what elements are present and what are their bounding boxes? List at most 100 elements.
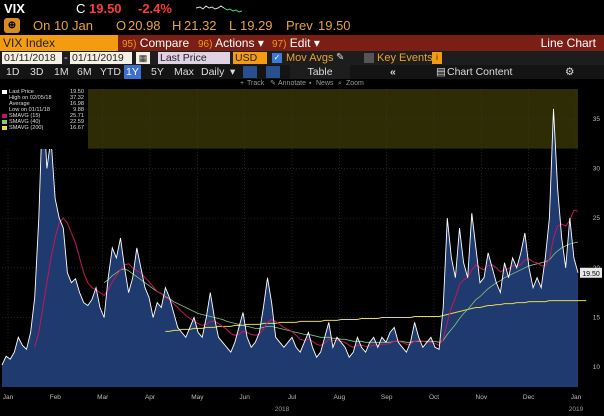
open-value: 20.98 [128,18,161,33]
x-tick-label: Jul [288,394,297,401]
mov-avgs-checkbox[interactable]: ✓ [272,53,282,63]
range-1y[interactable]: 1Y [124,65,141,79]
legend-swatch [2,114,7,118]
calendar-icon[interactable]: ▦ [136,52,150,64]
high-value: 21.32 [184,18,217,33]
high-label: H [172,18,182,33]
compare-number: 95) [122,39,137,50]
x-tick-label: Dec [523,394,535,401]
x-tick-label: Nov [476,394,488,401]
period-caret-icon[interactable]: ▾ [230,65,235,79]
collapse-left-icon[interactable]: « [390,65,396,79]
y-tick-label: 15 [593,314,601,321]
chart-type-label: Line Chart [540,36,596,50]
currency-select[interactable]: USD [233,52,267,64]
x-tick-label: Mar [97,394,109,401]
chart-legend: Last Price 19.50 High on 02/05/18 37.32 Aver… [0,89,88,149]
news-tool[interactable]: News [316,79,334,89]
x-tick-label: Feb [50,394,62,401]
sparkline-icon [196,5,242,13]
key-events-info-icon[interactable]: i [432,52,442,64]
actions-caret-icon: ▾ [257,36,264,50]
price-chart[interactable]: Last Price 19.50 High on 02/05/18 37.32 Aver… [0,89,604,416]
year-label: 2019 [569,406,584,413]
legend-row: SMAVG (200) 16.67 [0,125,88,131]
security-field[interactable]: VIX Index [0,35,118,51]
chart-content-icon[interactable]: ▤ [436,65,446,79]
news-icon[interactable]: ▪ [309,79,311,89]
table-button[interactable]: Table [290,65,350,79]
range-max[interactable]: Max [174,65,194,79]
ohlc-row: ⊕ On 10 Jan O 20.98 H 21.32 L 19.29 Prev… [0,17,604,35]
edit-caret-icon: ▾ [313,36,320,50]
annotate-icon[interactable]: ✎ [270,79,276,89]
chart-canvas[interactable]: 10152025303519.50JanFebMarAprMayJunJulAu… [0,89,604,416]
zoom-tool[interactable]: Zoom [346,79,364,89]
y-tick-label: 10 [593,364,601,371]
mov-avgs-label: Mov Avgs [286,52,334,64]
key-events-label: Key Events [377,52,433,64]
chart-content-button[interactable]: Chart Content [447,65,512,79]
start-date-input[interactable]: 01/11/2018 [2,52,62,64]
annotate-tool[interactable]: Annotate [278,79,306,89]
range-6m[interactable]: 6M [77,65,92,79]
x-tick-label: Aug [334,394,346,401]
low-value: 19.29 [240,18,273,33]
prev-value: 19.50 [318,18,351,33]
last-price-tag-label: 19.50 [582,271,600,278]
y-tick-label: 25 [593,215,601,222]
range-toolbar: 1D 3D 1M 6M YTD 1Y 5Y Max Daily ▾ Table … [0,65,604,79]
percent-change: -2.4% [138,1,172,16]
range-ytd[interactable]: YTD [100,65,121,79]
legend-swatch [2,102,7,106]
track-tool[interactable]: Track [247,79,264,89]
ticker-symbol: VIX [4,1,25,16]
chart-tools-row: + Track ✎ Annotate ▪ News ⌕ Zoom [0,79,604,89]
actions-number: 96) [198,39,213,50]
range-1d[interactable]: 1D [6,65,19,79]
legend-swatch [2,90,7,94]
track-icon[interactable]: + [240,79,244,89]
edit-label: Edit [289,36,311,50]
x-tick-label: Jun [239,394,250,401]
year-label: 2018 [275,406,290,413]
period-select[interactable]: Daily [201,65,224,79]
x-tick-label: May [191,394,204,401]
end-date-input[interactable]: 01/11/2019 [70,52,132,64]
x-tick-label: Jan [3,394,14,401]
date-range-dash: - [64,52,68,64]
legend-name: SMAVG (200) [9,125,44,131]
pencil-icon[interactable]: ✎ [336,51,344,65]
x-tick-label: Sep [381,394,393,401]
x-tick-label: Oct [429,394,439,401]
range-5y[interactable]: 5Y [151,65,164,79]
y-tick-label: 35 [593,116,601,123]
function-bar: VIX Index 95) Compare 96) Actions ▾ 97) … [0,35,604,51]
actions-label: Actions [215,36,255,50]
quote-date: On 10 Jan [33,18,93,33]
key-events-checkbox[interactable] [364,53,374,63]
zoom-icon[interactable]: ⌕ [338,79,342,89]
settings-gear-icon[interactable]: ⚙ [565,65,574,79]
field-select[interactable]: Last Price [158,52,230,64]
legend-swatch [2,108,7,112]
legend-swatch [2,120,7,124]
last-price: 19.50 [89,1,122,16]
compare-label: Compare [139,36,190,50]
x-tick-label: Apr [145,394,156,401]
legend-value: 16.67 [70,125,84,131]
legend-swatch [2,126,7,130]
range-1m[interactable]: 1M [54,65,69,79]
y-tick-label: 30 [593,165,601,172]
range-3d[interactable]: 3D [30,65,43,79]
line-style-icon[interactable] [243,66,257,78]
edit-number: 97) [272,39,287,50]
open-label: O [116,18,127,33]
options-row: 01/11/2018 - 01/11/2019 ▦ Last Price USD… [0,51,604,65]
prev-label: Prev [286,18,313,33]
bloomberg-logo-icon: ⊕ [4,18,20,33]
quote-header: VIX C 19.50 -2.4% [0,0,604,17]
legend-swatch [2,96,7,100]
low-label: L [229,18,237,33]
draw-tools-icon[interactable] [266,66,280,78]
